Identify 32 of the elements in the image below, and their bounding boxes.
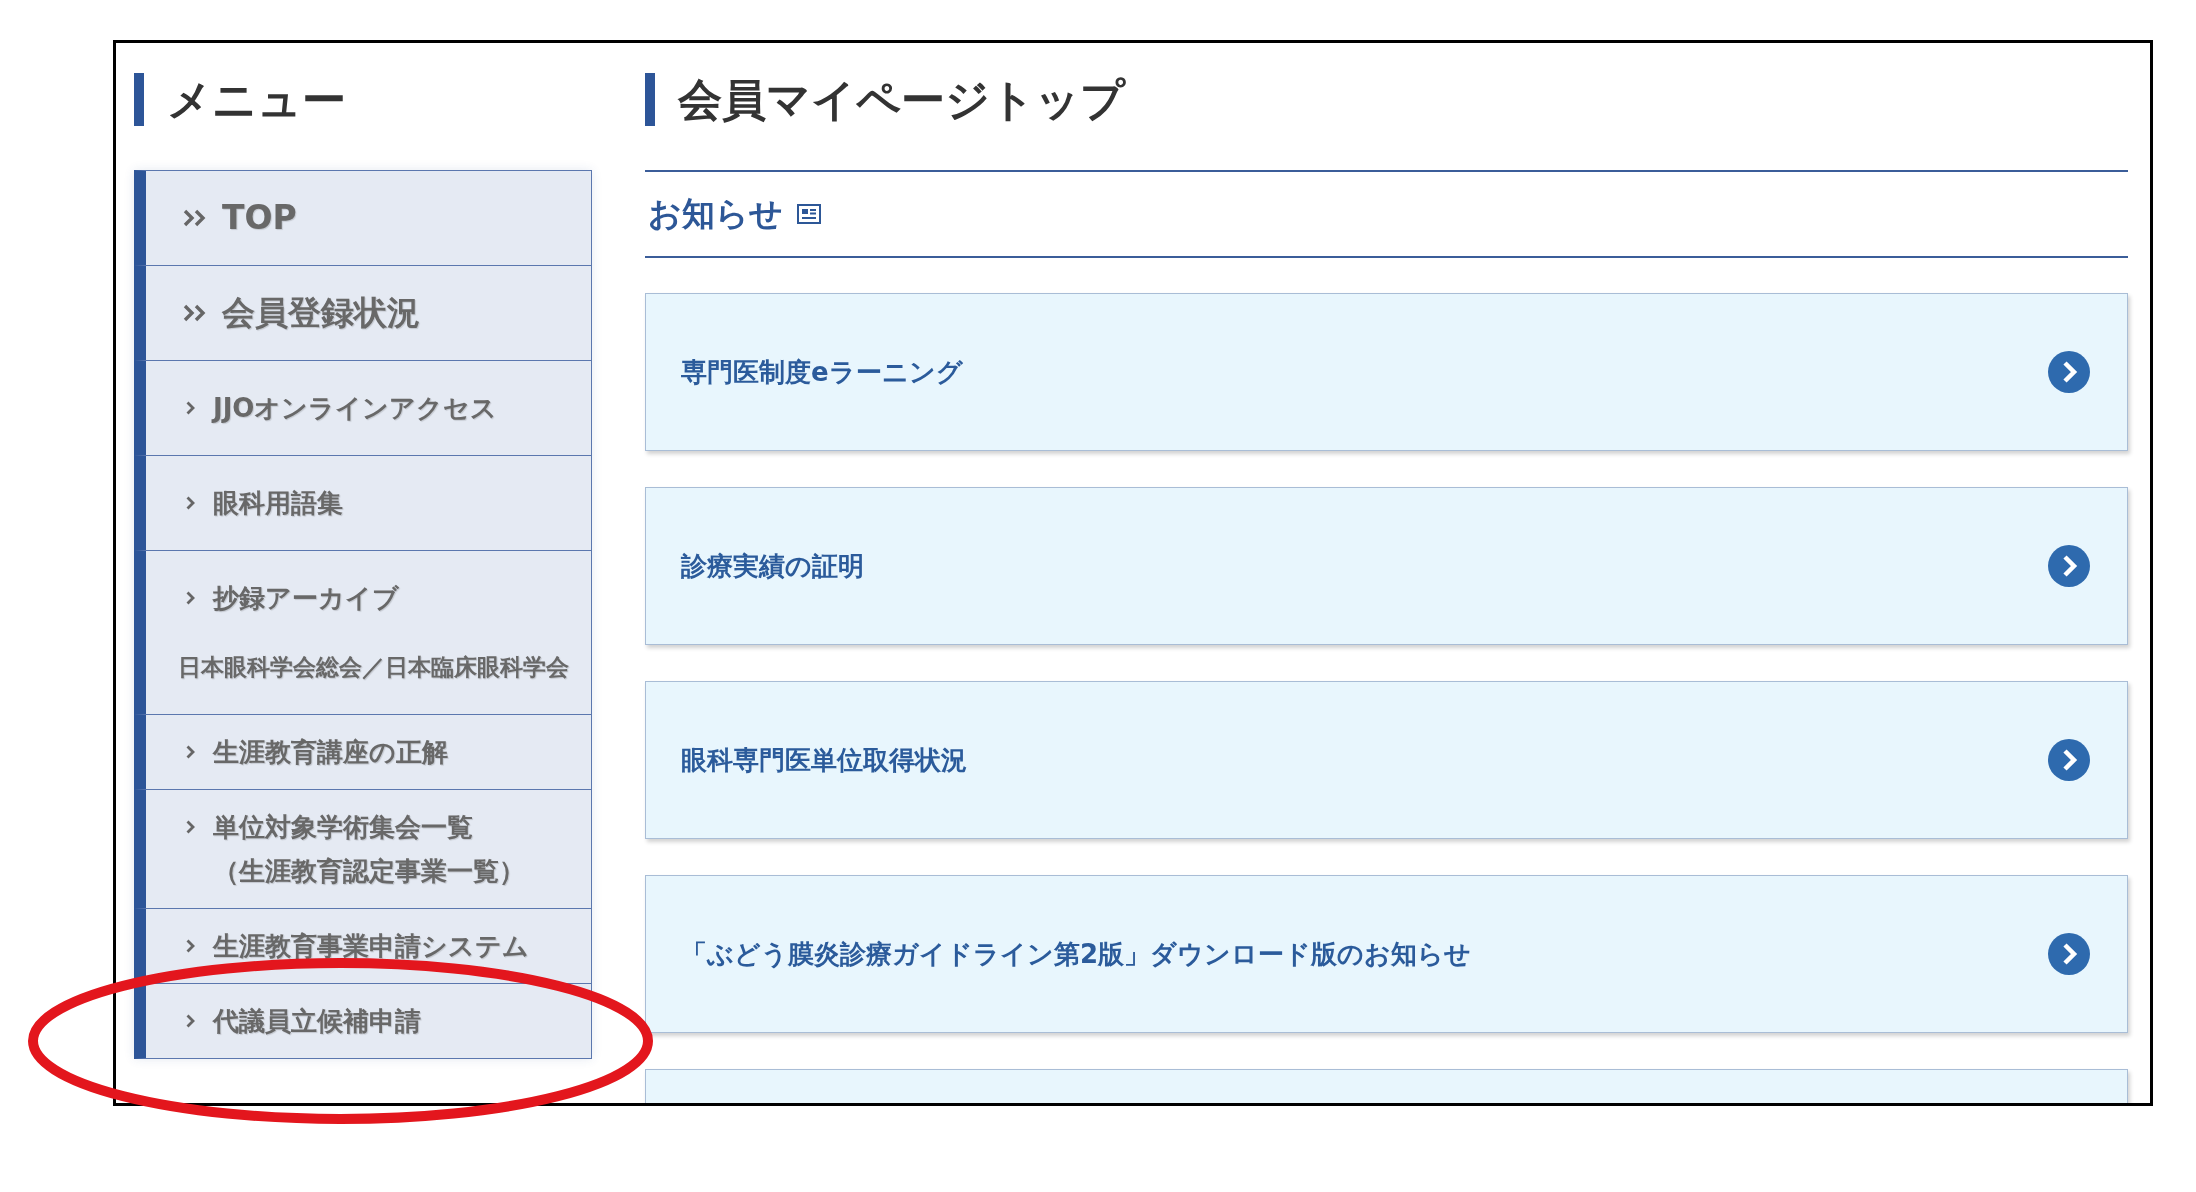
menu-item[interactable]: 代議員立候補申請 <box>134 983 592 1059</box>
chevron-icon <box>186 401 195 415</box>
newspaper-icon <box>797 204 821 224</box>
chevron-circle-icon <box>2048 739 2090 781</box>
menu-item[interactable]: 眼科用語集 <box>134 455 592 550</box>
chevron-icon <box>186 939 195 953</box>
notice-card[interactable]: 診療実績の証明 <box>645 487 2128 645</box>
menu-heading: メニュー <box>167 73 346 126</box>
accent-bar <box>645 73 655 126</box>
chevron-circle-icon <box>2048 351 2090 393</box>
page-title: 会員マイページトップ <box>678 73 1125 126</box>
chevron-circle-icon <box>2048 545 2090 587</box>
menu-item[interactable]: 会員登録状況 <box>134 265 592 360</box>
chevron-circle-icon <box>2048 933 2090 975</box>
section-title: お知らせ <box>648 192 783 235</box>
chevron-icon <box>186 496 195 510</box>
menu-item[interactable]: 生涯教育講座の正解 <box>134 714 592 789</box>
accent-bar <box>134 73 144 126</box>
double-chevron-icon <box>183 209 206 227</box>
chevron-icon <box>186 591 195 605</box>
menu-item[interactable]: 抄録アーカイブ 日本眼科学会総会／日本臨床眼科学会 <box>134 550 592 714</box>
chevron-icon <box>186 820 195 834</box>
notice-card[interactable]: 専門医制度eラーニング <box>645 293 2128 451</box>
menu-item[interactable]: TOP <box>134 170 592 265</box>
double-chevron-icon <box>183 304 206 322</box>
notice-card[interactable]: 眼科専門医単位取得状況 <box>645 681 2128 839</box>
notice-card[interactable]: 「ぶどう膜炎診療ガイドライン第2版」ダウンロード版のお知らせ <box>645 875 2128 1033</box>
menu-item-subtitle: 日本眼科学会総会／日本臨床眼科学会 <box>178 653 570 682</box>
menu-item[interactable]: JJOオンラインアクセス <box>134 360 592 455</box>
menu-item[interactable]: 単位対象学術集会一覧（生涯教育認定事業一覧） <box>134 789 592 908</box>
chevron-icon <box>186 745 195 759</box>
chevron-icon <box>186 1014 195 1028</box>
